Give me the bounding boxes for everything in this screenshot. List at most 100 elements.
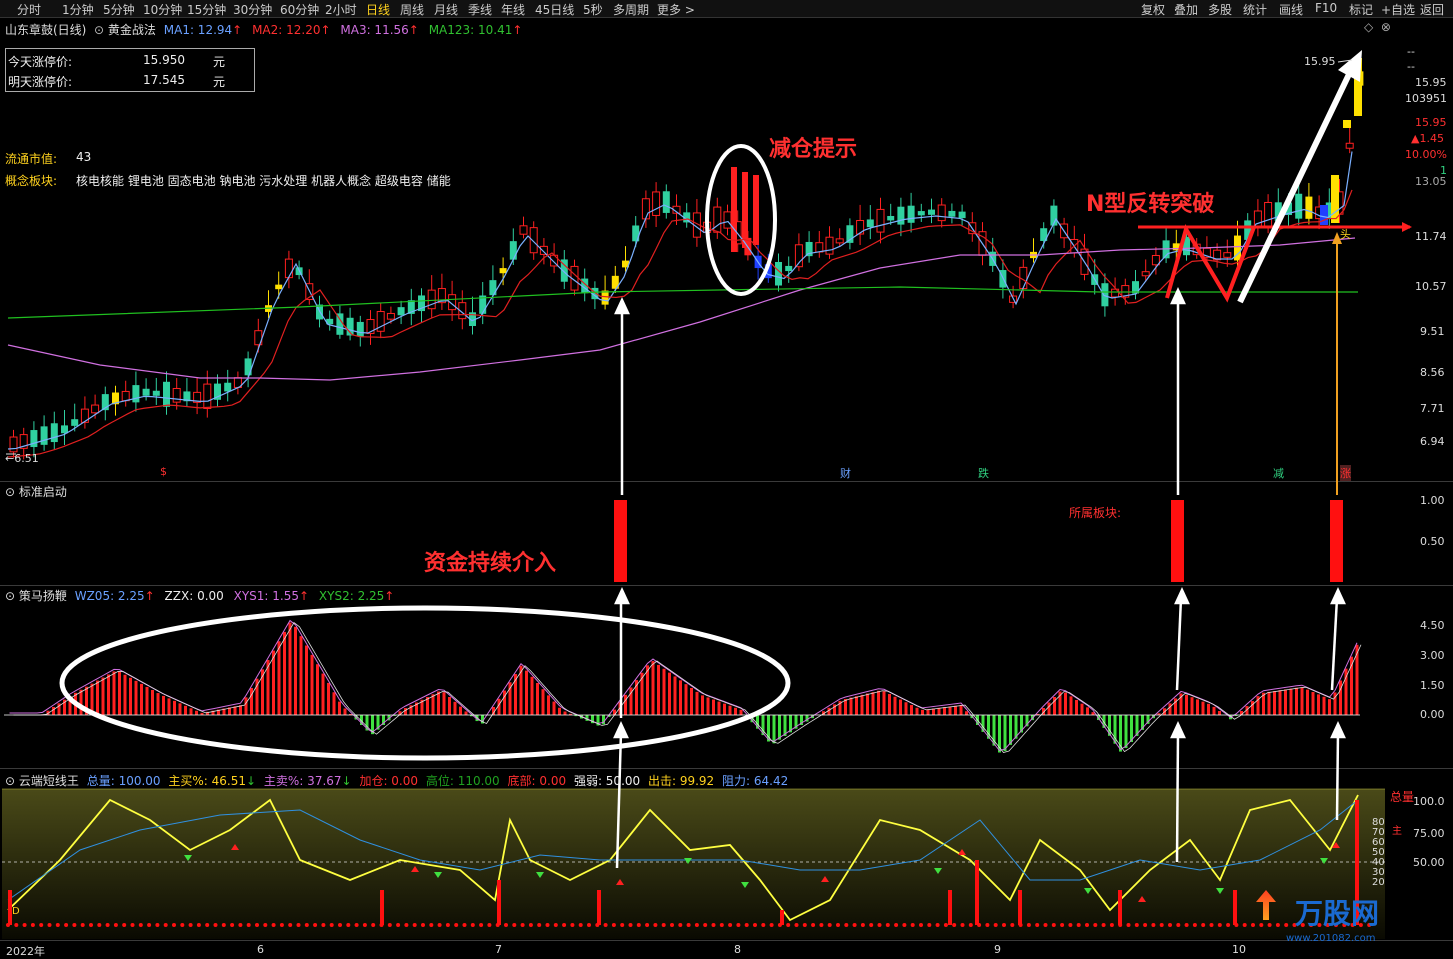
oscillator-bar [943, 707, 946, 715]
oscillator-bar [1009, 715, 1012, 745]
oscillator-bar [893, 696, 897, 715]
candle-body [897, 206, 905, 225]
axis-change: ▲1.45 [1411, 132, 1444, 145]
oscillator-bar [404, 708, 407, 715]
bottom-dot [122, 923, 127, 927]
bottom-dot [902, 923, 907, 927]
panel3-title[interactable]: 策马扬鞭 [19, 589, 67, 603]
oscillator-bar [464, 711, 468, 715]
bottom-dot [587, 923, 591, 927]
kline-chart[interactable] [0, 0, 1453, 959]
panel4-title[interactable]: 云端短线王 [19, 774, 79, 788]
candle-body [1223, 252, 1232, 258]
signal-arrow [1175, 597, 1183, 691]
bottom-dot [952, 923, 957, 927]
signal-arrow [1175, 731, 1180, 863]
bottom-dot [537, 923, 542, 927]
candle-body [1345, 142, 1354, 149]
candle-body [61, 425, 68, 434]
candle-body [1141, 271, 1150, 277]
bottom-dot [1192, 923, 1197, 927]
bottom-dot [64, 923, 69, 927]
bottom-dot [1134, 923, 1139, 927]
n-breakout-label: N型反转突破 [1086, 192, 1215, 217]
oscillator-bar [910, 705, 913, 715]
zhu-tag: 主 [1392, 826, 1402, 837]
oscillator-bar [101, 677, 105, 715]
candle-body [887, 215, 895, 221]
bottom-dot [960, 923, 965, 927]
bottom-dot [1026, 923, 1031, 927]
bottom-dot [611, 923, 616, 927]
oscillator-bar [431, 694, 435, 715]
axis-tick: 1.50 [1420, 679, 1445, 692]
candle-body [937, 204, 946, 222]
oscillator-bar [1086, 707, 1089, 715]
oscillator-bar [156, 693, 160, 715]
oscillator-bar [646, 665, 649, 715]
oscillator-bar [294, 626, 297, 715]
candle-body [713, 206, 722, 233]
candle-body [539, 245, 548, 255]
settings-circle-icon[interactable]: ⊙ [5, 485, 19, 499]
bottom-dot [105, 923, 110, 927]
candle-body [203, 383, 212, 409]
arrow-head [613, 721, 629, 739]
candle-body [50, 423, 58, 443]
oscillator-bar [1212, 706, 1216, 715]
oscillator-bar [327, 682, 330, 715]
oscillator-bar [668, 672, 671, 715]
oscillator-bar [1047, 702, 1051, 715]
oscillator-bar [321, 673, 325, 715]
candle-body [731, 167, 737, 252]
bottom-dot [89, 923, 93, 927]
bottom-dot [968, 923, 973, 927]
oscillator-bar [844, 699, 847, 715]
oscillator-bar [712, 699, 715, 715]
volume-bar [948, 890, 952, 925]
bottom-dot [894, 923, 899, 927]
oscillator-bar [959, 705, 963, 715]
oscillator-bar [134, 680, 138, 715]
candle-body [284, 258, 293, 279]
bottom-dot [1109, 923, 1114, 927]
bottom-dot [553, 923, 558, 927]
bottom-dot [1126, 923, 1131, 927]
oscillator-bar [52, 707, 55, 715]
oscillator-bar [437, 691, 440, 715]
bottom-dot [47, 923, 52, 927]
tou-label: 头 [1340, 228, 1351, 241]
settings-circle-icon[interactable]: ⊙ [5, 589, 19, 603]
bottom-dot [719, 923, 724, 927]
oscillator-bar [965, 711, 968, 715]
bottom-dot [346, 923, 351, 927]
panel2-title[interactable]: 标准启动 [19, 485, 67, 499]
axis-tick: 8.56 [1420, 366, 1445, 379]
bottom-dot [255, 923, 259, 927]
candle-body [142, 388, 150, 396]
settings-circle-icon[interactable]: ⊙ [5, 774, 19, 788]
oscillator-bar [1185, 695, 1188, 715]
oscillator-bar [904, 702, 908, 715]
bottom-dot [504, 923, 508, 927]
main-sell-value: 主卖%: 37.67 [263, 774, 342, 788]
signal-cai: 财 [840, 467, 851, 480]
oscillator-bar [299, 636, 303, 715]
bottom-dot [421, 923, 425, 927]
signal-bar [614, 500, 627, 582]
bottom-dot [180, 923, 185, 927]
axis-tick: 9.51 [1420, 325, 1445, 338]
bottom-dot [1002, 923, 1006, 927]
oscillator-bar [948, 706, 952, 715]
oscillator-bar [701, 695, 704, 715]
oscillator-bar [877, 690, 880, 715]
oscillator-bar [739, 709, 743, 715]
candle-body [356, 321, 364, 337]
oscillator-bar [503, 690, 506, 715]
candle-body [397, 307, 405, 316]
oscillator-line [9, 619, 1358, 752]
oscillator-bar [1300, 687, 1304, 715]
bottom-dot [678, 923, 683, 927]
low-price-label: ←6.51 [5, 452, 39, 465]
x-label: 6 [257, 943, 264, 956]
